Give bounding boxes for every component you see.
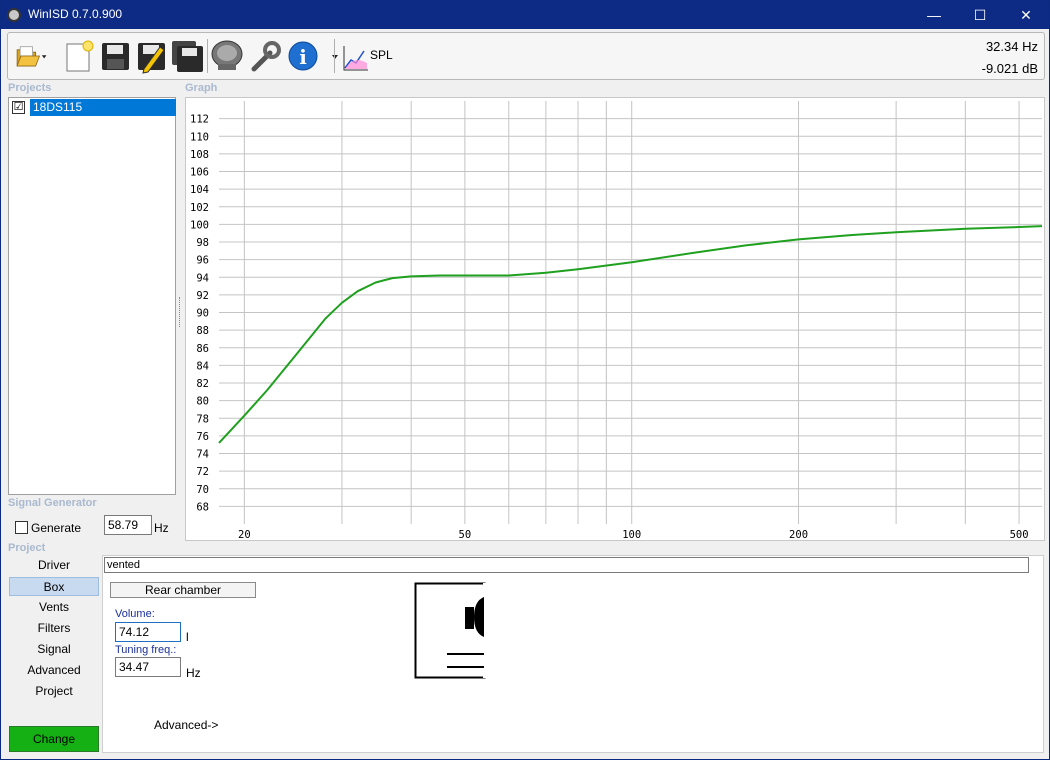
y-tick-label: 100	[190, 219, 209, 231]
nav-item-advanced[interactable]: Advanced	[9, 661, 99, 680]
volume-input[interactable]: 74.12	[115, 622, 181, 642]
list-item[interactable]: ☑ 18DS115	[11, 99, 176, 116]
spl-label: SPL	[370, 48, 393, 62]
generate-label: Generate	[31, 521, 82, 535]
y-tick-label: 76	[196, 431, 209, 443]
window-title: WinISD 0.7.0.900	[28, 7, 123, 21]
y-tick-label: 106	[190, 167, 209, 179]
driver-icon[interactable]	[210, 38, 244, 74]
volume-label: Volume:	[115, 608, 155, 620]
y-tick-label: 82	[196, 378, 209, 390]
spl-graph-icon[interactable]	[338, 38, 368, 74]
y-tick-label: 96	[196, 255, 209, 267]
change-button[interactable]: Change	[9, 726, 99, 752]
projects-list: ☑ 18DS115	[8, 97, 176, 495]
tuning-frequency-input[interactable]: 34.47	[115, 657, 181, 677]
y-tick-label: 78	[196, 413, 209, 425]
signal-generator-section-label: Signal Generator	[8, 497, 97, 509]
y-tick-label: 108	[190, 149, 209, 161]
save-all-icon[interactable]	[170, 38, 204, 74]
volume-unit: l	[186, 630, 189, 644]
nav-item-filters[interactable]: Filters	[9, 619, 99, 638]
nav-item-vents[interactable]: Vents	[9, 598, 99, 617]
x-tick-label: 500	[1010, 529, 1029, 540]
graph-section-label: Graph	[185, 82, 218, 94]
maximize-button[interactable]: ☐	[957, 1, 1003, 29]
tuning-frequency-unit: Hz	[186, 666, 201, 680]
spl-chart: 68 70 72 74 76 78 80 82 84 86 88 90 92 94 96 98 100 102 10…	[190, 101, 1043, 540]
y-tick-label: 84	[196, 360, 209, 372]
tuning-frequency-label: Tuning freq.:	[115, 644, 177, 656]
title-bar: WinISD 0.7.0.900 — ☐ ✕	[1, 1, 1049, 29]
project-checkbox[interactable]: ☑	[12, 101, 25, 114]
new-project-icon[interactable]	[62, 38, 96, 74]
y-tick-label: 90	[196, 308, 209, 320]
y-tick-label: 72	[196, 466, 209, 478]
close-button[interactable]: ✕	[1003, 1, 1049, 29]
rear-chamber-button[interactable]: Rear chamber	[110, 582, 256, 598]
y-tick-label: 112	[190, 114, 209, 126]
y-tick-label: 98	[196, 237, 209, 249]
cursor-frequency-readout: 32.34 Hz	[985, 39, 1038, 54]
nav-item-box[interactable]: Box	[9, 577, 99, 596]
y-tick-label: 70	[196, 484, 209, 496]
toolbar-separator	[334, 39, 335, 73]
y-tick-label: 92	[196, 290, 209, 302]
project-section-label: Project	[8, 542, 46, 554]
box-type-select[interactable]: vented	[104, 557, 1029, 573]
app-window: WinISD 0.7.0.900 — ☐ ✕ i SPL 32.34 Hz -9…	[0, 0, 1050, 760]
save-icon[interactable]	[98, 38, 132, 74]
spl-response-line	[218, 225, 1043, 444]
projects-section-label: Projects	[8, 82, 52, 94]
splitter-handle[interactable]	[179, 297, 182, 327]
svg-text:i: i	[299, 45, 307, 69]
y-tick-label: 94	[196, 272, 209, 284]
y-tick-label: 110	[190, 131, 209, 143]
nav-item-signal[interactable]: Signal	[9, 640, 99, 659]
generator-frequency-input[interactable]: 58.79	[104, 515, 152, 535]
toolbar-separator	[207, 39, 208, 73]
advanced-link[interactable]: Advanced->	[154, 718, 218, 732]
y-tick-label: 88	[196, 325, 209, 337]
tools-icon[interactable]	[248, 38, 282, 74]
project-name[interactable]: 18DS115	[30, 99, 176, 116]
x-tick-label: 50	[459, 529, 472, 540]
y-tick-label: 86	[196, 343, 209, 355]
edit-save-icon[interactable]	[134, 38, 168, 74]
minimize-button[interactable]: —	[911, 1, 957, 29]
x-tick-label: 200	[789, 529, 808, 540]
y-tick-label: 104	[190, 184, 209, 196]
nav-item-project[interactable]: Project	[9, 682, 99, 701]
app-logo-icon	[7, 8, 21, 22]
spl-graph[interactable]: 68 70 72 74 76 78 80 82 84 86 88 90 92 94 96 98 100 102 10…	[185, 97, 1045, 541]
nav-item-driver[interactable]: Driver	[9, 556, 99, 575]
vented-box-diagram-icon	[414, 582, 486, 679]
open-icon[interactable]	[14, 38, 58, 74]
info-icon[interactable]: i	[286, 38, 320, 74]
y-tick-label: 74	[196, 449, 209, 461]
x-tick-label: 100	[622, 529, 641, 540]
generator-frequency-unit: Hz	[154, 521, 169, 535]
toolbar: i SPL 32.34 Hz -9.021 dB	[7, 32, 1045, 80]
generate-checkbox[interactable]	[15, 521, 28, 534]
y-tick-label: 102	[190, 202, 209, 214]
y-tick-label: 80	[196, 396, 209, 408]
info-dropdown-chevron-down-icon[interactable]	[318, 38, 338, 74]
y-tick-label: 68	[196, 501, 209, 513]
cursor-level-readout: -9.021 dB	[981, 61, 1038, 76]
x-tick-label: 20	[238, 529, 251, 540]
